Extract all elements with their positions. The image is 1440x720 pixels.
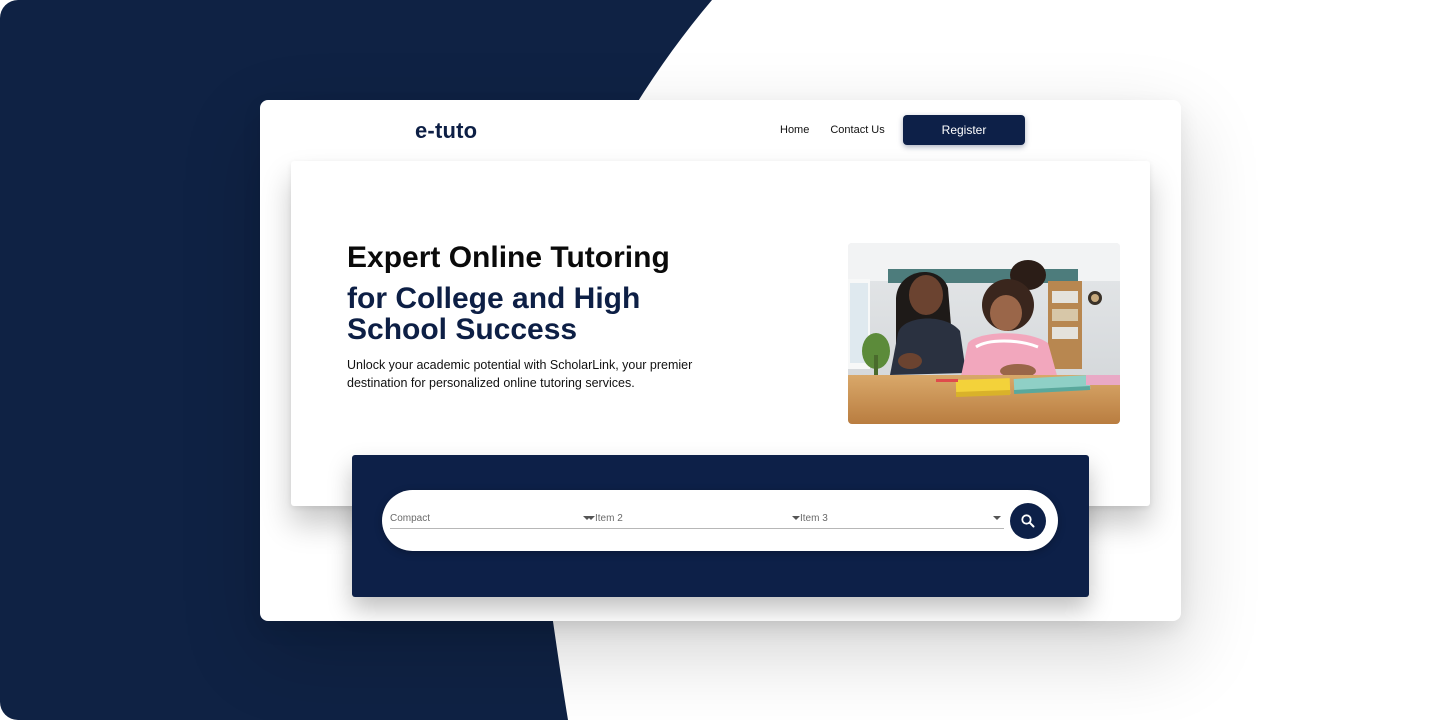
search-icon — [1021, 514, 1035, 528]
item-2-select-label: Item 2 — [595, 513, 623, 524]
search-bar: Compact Item 2 Item 3 — [382, 490, 1058, 551]
item-3-select-label: Item 3 — [800, 513, 828, 524]
nav-home-link[interactable]: Home — [780, 124, 809, 136]
hero-title: Expert Online Tutoring — [347, 241, 670, 274]
hero-subtitle: for College and High School Success — [347, 282, 641, 346]
website-mockup: e-tuto Home Contact Us Register Expert O… — [260, 100, 1181, 621]
main-nav: Home Contact Us — [780, 115, 885, 145]
item-3-select[interactable]: Item 3 — [792, 509, 1004, 529]
compact-select-label: Compact — [390, 513, 431, 524]
logo[interactable]: e-tuto — [415, 118, 477, 144]
chevron-down-icon — [587, 516, 595, 520]
chevron-down-icon — [993, 516, 1001, 520]
tutor-and-student-photo — [848, 243, 1120, 424]
nav-contact-link[interactable]: Contact Us — [830, 124, 884, 136]
hero-description: Unlock your academic potential with Scho… — [347, 358, 693, 390]
compact-select[interactable]: Compact — [390, 509, 595, 529]
search-button[interactable] — [1010, 503, 1046, 539]
chevron-down-icon — [792, 516, 800, 520]
item-2-select[interactable]: Item 2 — [587, 509, 800, 529]
search-panel: Compact Item 2 Item 3 — [352, 455, 1089, 597]
register-button[interactable]: Register — [903, 115, 1025, 145]
